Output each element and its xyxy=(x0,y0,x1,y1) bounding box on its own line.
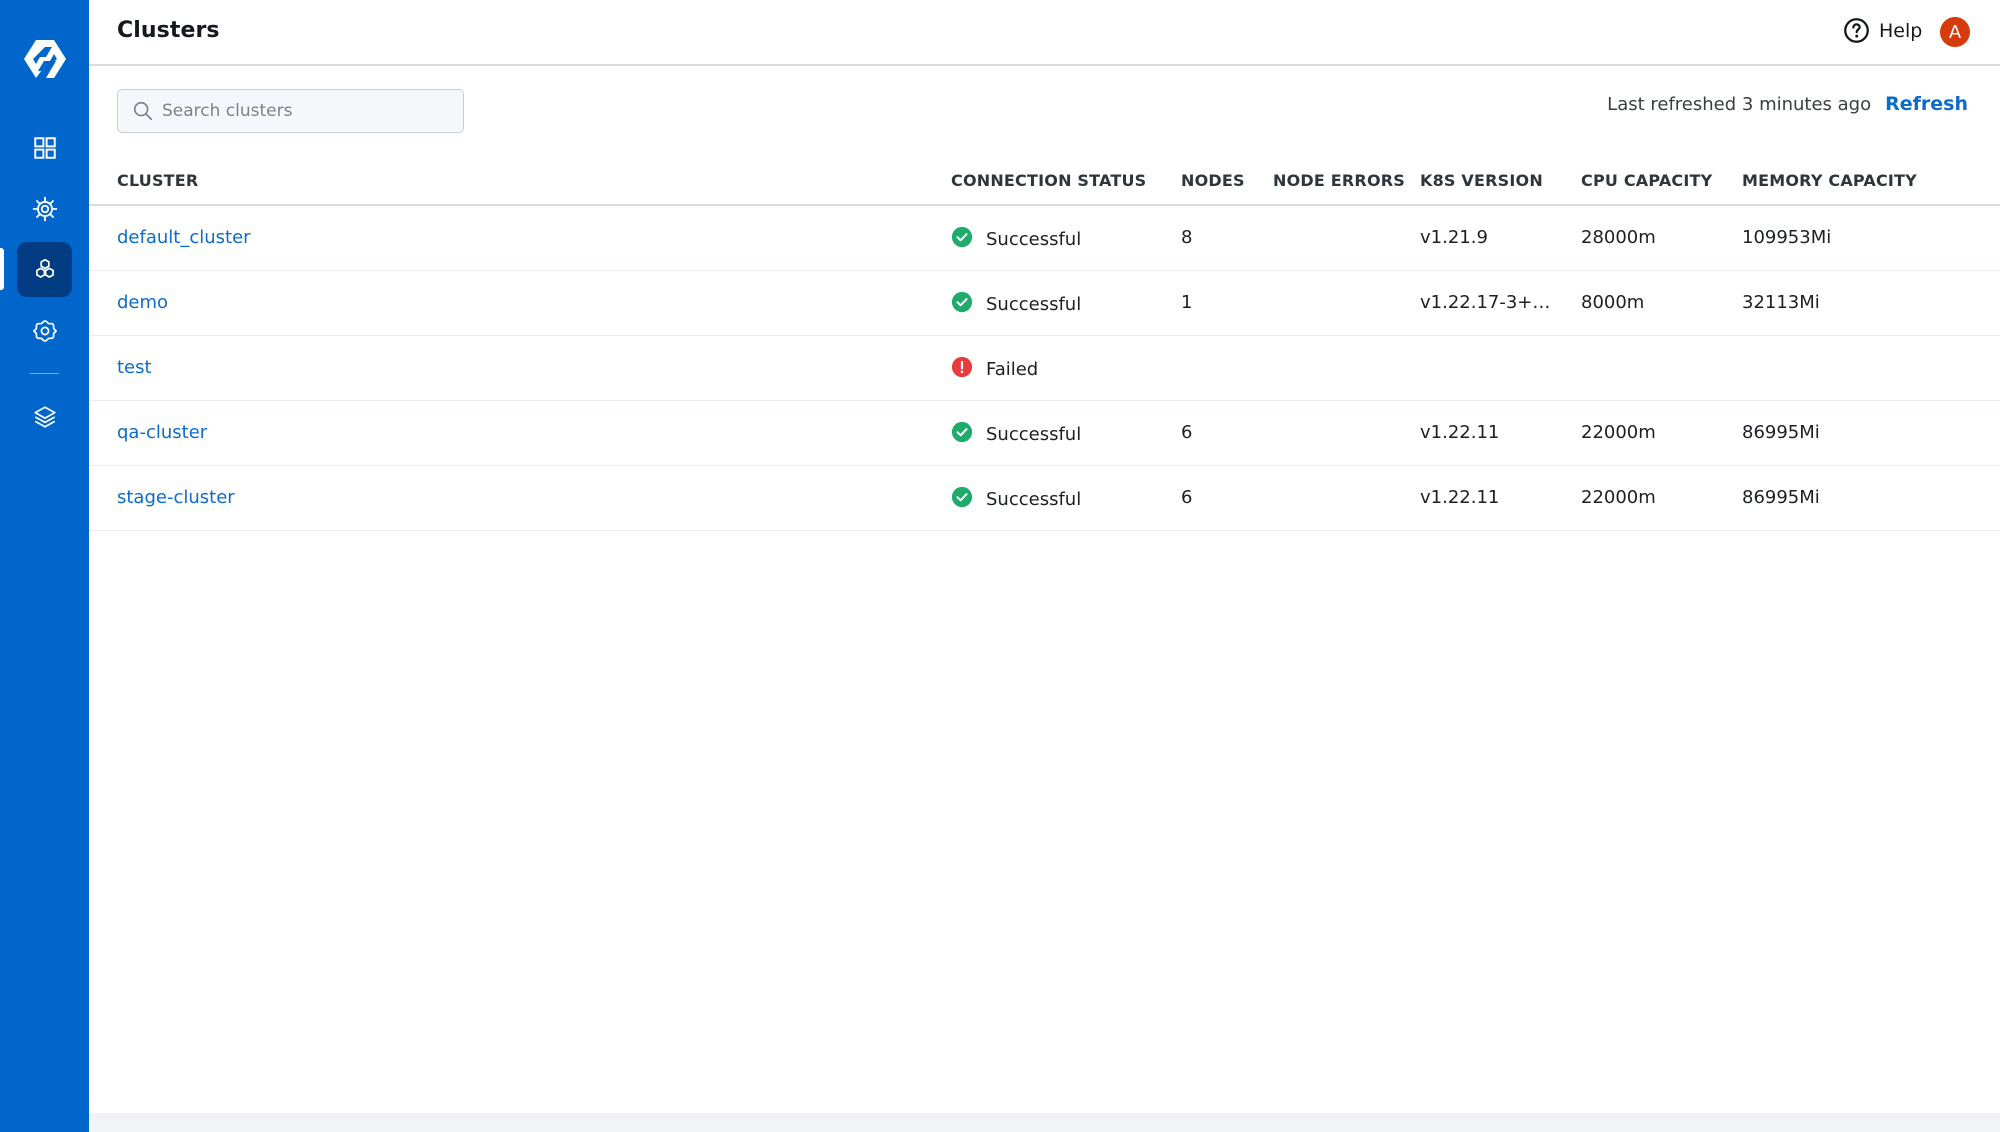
check-circle-icon xyxy=(951,226,986,253)
memory-capacity: 86995Mi xyxy=(1742,487,1820,508)
memory-capacity: 32113Mi xyxy=(1742,292,1820,313)
column-header-memory-capacity[interactable]: MEMORY CAPACITY xyxy=(1742,171,1917,190)
connection-status: Successful xyxy=(951,226,1081,253)
sidebar-item-helm[interactable] xyxy=(17,181,72,236)
connection-status: Successful xyxy=(951,291,1081,318)
grid-icon xyxy=(33,136,56,159)
connection-status: Successful xyxy=(951,486,1081,513)
column-header-cpu-capacity[interactable]: CPU CAPACITY xyxy=(1581,171,1712,190)
clusters-table: CLUSTER CONNECTION STATUS NODES NODE ERR… xyxy=(89,156,2000,531)
table-row[interactable]: default_cluster Successful 8 v1.21.9 280… xyxy=(89,206,2000,271)
connection-status: Successful xyxy=(951,421,1081,448)
sidebar-item-dashboard[interactable] xyxy=(17,120,72,175)
k8s-version: v1.22.17-3+71... xyxy=(1420,292,1560,313)
k8s-version: v1.22.11 xyxy=(1420,422,1500,443)
connection-status-label: Successful xyxy=(986,294,1082,315)
table-row[interactable]: stage-cluster Successful 6 v1.22.11 2200… xyxy=(89,466,2000,531)
memory-capacity: 109953Mi xyxy=(1742,227,1832,248)
search-input[interactable] xyxy=(162,101,452,121)
connection-status-label: Failed xyxy=(986,359,1039,380)
gear-icon xyxy=(32,319,57,342)
cluster-name-link[interactable]: qa-cluster xyxy=(117,422,207,443)
cpu-capacity: 28000m xyxy=(1581,227,1656,248)
column-header-nodes[interactable]: NODES xyxy=(1181,171,1245,190)
layers-icon xyxy=(33,405,56,428)
user-avatar[interactable]: A xyxy=(1940,17,1970,47)
connection-status-label: Successful xyxy=(986,229,1082,250)
sidebar-divider xyxy=(30,373,59,374)
sidebar xyxy=(0,0,89,1132)
search-box xyxy=(117,89,464,133)
sidebar-item-layers[interactable] xyxy=(17,389,72,444)
help-label: Help xyxy=(1879,19,1923,42)
active-indicator xyxy=(0,248,4,290)
k8s-version: v1.22.11 xyxy=(1420,487,1500,508)
table-row[interactable]: demo Successful 1 v1.22.17-3+71... 8000m… xyxy=(89,271,2000,336)
nodes-count: 1 xyxy=(1181,292,1193,313)
refresh-button[interactable]: Refresh xyxy=(1885,93,1968,115)
table-row[interactable]: qa-cluster Successful 6 v1.22.11 22000m … xyxy=(89,401,2000,466)
error-circle-icon xyxy=(951,356,986,383)
footer-strip xyxy=(89,1113,2000,1132)
nodes-count: 6 xyxy=(1181,422,1193,443)
connection-status: Failed xyxy=(951,356,1038,383)
help-button[interactable]: Help xyxy=(1843,17,1922,44)
column-header-cluster[interactable]: CLUSTER xyxy=(117,171,198,190)
check-circle-icon xyxy=(951,291,986,318)
cluster-name-link[interactable]: test xyxy=(117,357,152,378)
k8s-version: v1.21.9 xyxy=(1420,227,1488,248)
nodes-count: 6 xyxy=(1181,487,1193,508)
memory-capacity: 86995Mi xyxy=(1742,422,1820,443)
sidebar-item-settings[interactable] xyxy=(17,303,72,358)
column-header-connection-status[interactable]: CONNECTION STATUS xyxy=(951,171,1146,190)
search-icon xyxy=(133,101,153,121)
cluster-name-link[interactable]: default_cluster xyxy=(117,227,251,248)
top-bar: Clusters Help A xyxy=(89,0,2000,66)
cpu-capacity: 8000m xyxy=(1581,292,1645,313)
nodes-count: 8 xyxy=(1181,227,1193,248)
cluster-name-link[interactable]: demo xyxy=(117,292,168,313)
table-body: default_cluster Successful 8 v1.21.9 280… xyxy=(89,206,2000,531)
page-title: Clusters xyxy=(117,18,220,43)
last-refreshed-text: Last refreshed 3 minutes ago xyxy=(1607,93,1872,115)
product-logo-icon[interactable] xyxy=(22,36,68,82)
table-header: CLUSTER CONNECTION STATUS NODES NODE ERR… xyxy=(89,156,2000,206)
sidebar-item-clusters[interactable] xyxy=(17,242,72,297)
column-header-node-errors[interactable]: NODE ERRORS xyxy=(1273,171,1405,190)
connection-status-label: Successful xyxy=(986,489,1082,510)
cluster-name-link[interactable]: stage-cluster xyxy=(117,487,235,508)
ship-wheel-icon xyxy=(32,196,57,221)
question-circle-icon xyxy=(1844,18,1869,43)
connection-status-label: Successful xyxy=(986,424,1082,445)
column-header-k8s-version[interactable]: K8S VERSION xyxy=(1420,171,1543,190)
table-row[interactable]: test Failed xyxy=(89,336,2000,401)
check-circle-icon xyxy=(951,486,986,513)
hexagon-cluster-icon xyxy=(35,258,54,278)
check-circle-icon xyxy=(951,421,986,448)
cpu-capacity: 22000m xyxy=(1581,422,1656,443)
refresh-info: Last refreshed 3 minutes ago Refresh xyxy=(1607,93,1968,115)
cpu-capacity: 22000m xyxy=(1581,487,1656,508)
